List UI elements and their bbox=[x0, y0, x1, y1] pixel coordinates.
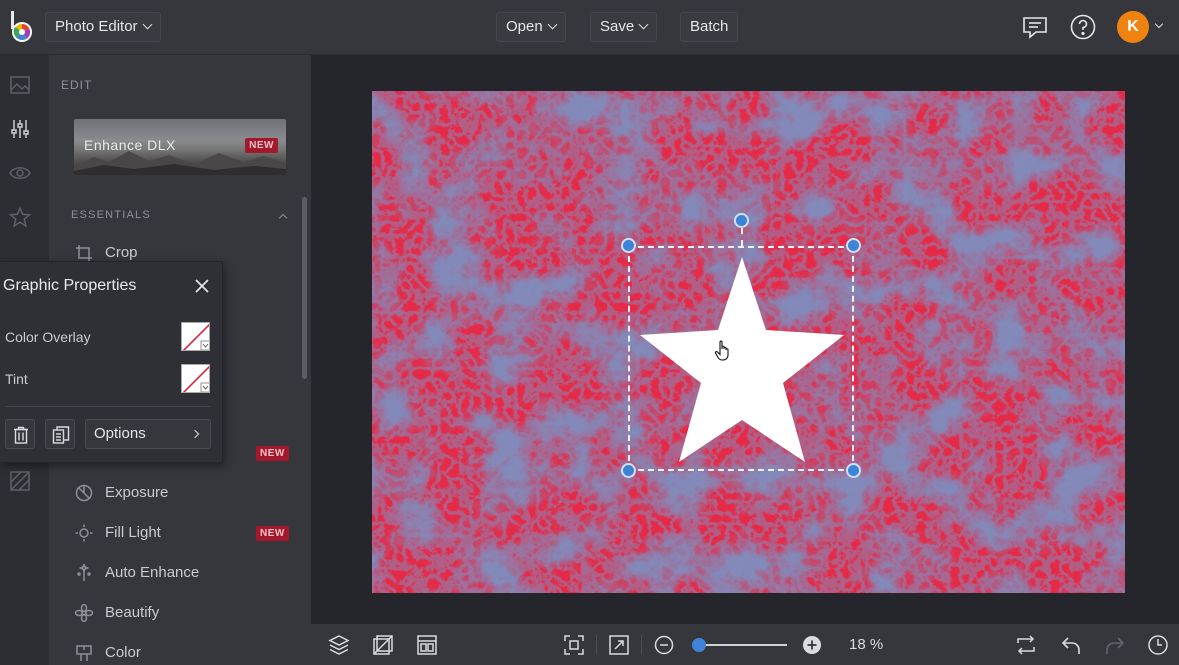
duplicate-icon bbox=[52, 426, 70, 444]
avatar[interactable]: K bbox=[1117, 11, 1149, 43]
fill-light-icon bbox=[75, 524, 93, 542]
zoom-slider-thumb[interactable] bbox=[691, 638, 706, 652]
color-overlay-label: Color Overlay bbox=[5, 329, 91, 345]
divider bbox=[5, 406, 211, 407]
rotate-handle[interactable] bbox=[734, 213, 749, 228]
compare-icon[interactable] bbox=[1015, 634, 1037, 656]
photo-editor-dropdown[interactable]: Photo Editor bbox=[45, 12, 161, 42]
no-color-icon bbox=[182, 365, 209, 392]
tool-label: Exposure bbox=[105, 484, 169, 501]
top-bar: Photo Editor Open Save Batch K bbox=[0, 0, 1179, 55]
new-badge: NEW bbox=[256, 446, 289, 461]
color-overlay-swatch[interactable] bbox=[181, 322, 210, 351]
zoom-level: 18 % bbox=[849, 636, 884, 653]
enhance-dlx-card[interactable]: Enhance DLX NEW bbox=[74, 119, 286, 175]
chevron-up-icon[interactable] bbox=[278, 213, 288, 223]
tool-label: Crop bbox=[105, 244, 138, 261]
tint-label: Tint bbox=[5, 371, 28, 387]
auto-enhance-icon bbox=[77, 564, 91, 581]
zoom-out-icon[interactable] bbox=[653, 634, 675, 656]
divider bbox=[596, 635, 597, 654]
resize-handle-top-left[interactable] bbox=[621, 238, 636, 253]
no-color-icon bbox=[182, 323, 209, 350]
enhance-dlx-label: Enhance DLX bbox=[84, 137, 176, 153]
star-icon[interactable] bbox=[9, 206, 31, 228]
chevron-down-icon bbox=[547, 19, 558, 30]
chevron-down-icon[interactable] bbox=[1154, 19, 1164, 29]
image-icon[interactable] bbox=[9, 74, 31, 96]
new-badge: NEW bbox=[256, 526, 289, 541]
selection-box[interactable] bbox=[628, 246, 854, 471]
resize-handle-bottom-right[interactable] bbox=[846, 463, 861, 478]
bottom-toolbar: 18 % bbox=[311, 624, 1179, 665]
chevron-right-icon bbox=[190, 429, 200, 439]
batch-label: Batch bbox=[690, 18, 729, 35]
open-label: Open bbox=[506, 18, 543, 35]
zoom-in-icon[interactable] bbox=[801, 634, 823, 656]
popup-title: Graphic Properties bbox=[3, 277, 137, 294]
texture-icon[interactable] bbox=[9, 470, 31, 492]
photo-editor-label: Photo Editor bbox=[55, 18, 138, 35]
beautify-icon bbox=[75, 604, 93, 622]
chat-icon[interactable] bbox=[1021, 13, 1049, 41]
canvas-size-icon[interactable] bbox=[372, 634, 394, 656]
color-icon bbox=[76, 645, 92, 661]
options-button[interactable]: Options bbox=[85, 419, 211, 449]
delete-button[interactable] bbox=[5, 419, 35, 449]
duplicate-button[interactable] bbox=[45, 419, 75, 449]
tool-label: Color bbox=[105, 644, 141, 661]
save-label: Save bbox=[600, 18, 635, 35]
open-menu-button[interactable]: Open bbox=[496, 12, 566, 42]
help-icon[interactable] bbox=[1069, 13, 1097, 41]
new-badge: NEW bbox=[245, 138, 278, 153]
fit-screen-icon[interactable] bbox=[563, 634, 585, 656]
chevron-down-icon bbox=[638, 19, 649, 30]
zoom-slider-track[interactable] bbox=[697, 644, 787, 646]
graphic-properties-popup: Graphic Properties Color Overlay Tint Op… bbox=[0, 261, 223, 463]
adjustments-icon[interactable] bbox=[9, 118, 31, 140]
chevron-down-icon bbox=[142, 19, 153, 30]
essentials-heading[interactable]: ESSENTIALS bbox=[71, 209, 151, 221]
tool-label: Fill Light bbox=[105, 524, 161, 541]
rotation-stem bbox=[741, 228, 743, 246]
layout-icon[interactable] bbox=[416, 634, 438, 656]
options-label: Options bbox=[94, 425, 146, 442]
tool-label: Auto Enhance bbox=[105, 564, 200, 581]
befunky-logo-icon[interactable] bbox=[8, 10, 36, 44]
divider bbox=[641, 635, 642, 654]
canvas-area bbox=[311, 55, 1179, 624]
redo-icon[interactable] bbox=[1104, 634, 1126, 656]
eye-icon[interactable] bbox=[9, 162, 31, 184]
undo-icon[interactable] bbox=[1060, 634, 1082, 656]
layers-icon[interactable] bbox=[328, 634, 350, 656]
tool-label: Beautify bbox=[105, 604, 160, 621]
resize-handle-bottom-left[interactable] bbox=[621, 463, 636, 478]
edit-heading: EDIT bbox=[61, 78, 93, 92]
resize-handle-top-right[interactable] bbox=[846, 238, 861, 253]
actual-size-icon[interactable] bbox=[608, 634, 630, 656]
exposure-icon bbox=[75, 484, 93, 502]
history-icon[interactable] bbox=[1147, 634, 1169, 656]
trash-icon bbox=[14, 426, 28, 444]
save-menu-button[interactable]: Save bbox=[590, 12, 658, 42]
batch-button[interactable]: Batch bbox=[680, 12, 739, 42]
crop-icon bbox=[76, 245, 92, 261]
panel-scrollbar[interactable] bbox=[302, 197, 307, 379]
tint-swatch[interactable] bbox=[181, 364, 210, 393]
hand-cursor-icon bbox=[714, 340, 729, 361]
close-icon[interactable] bbox=[193, 277, 211, 295]
